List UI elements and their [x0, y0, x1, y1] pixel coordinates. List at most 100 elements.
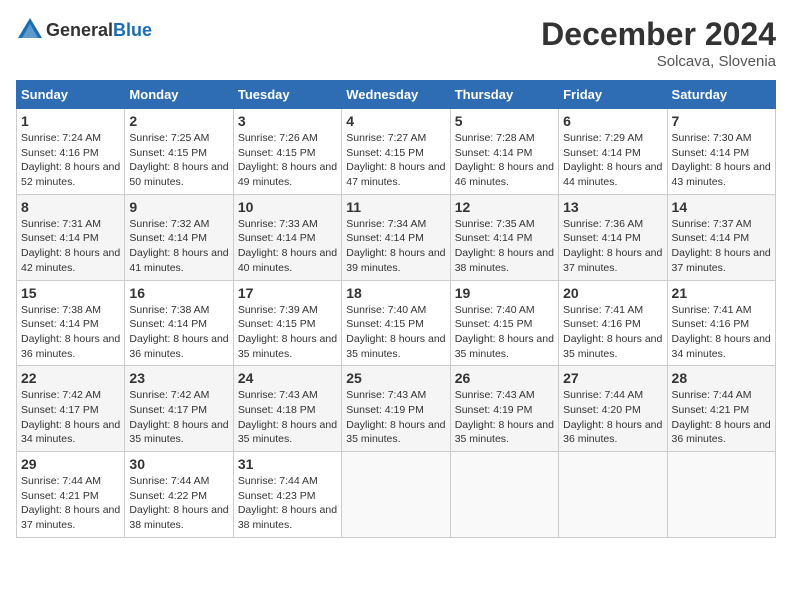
calendar-cell: 5 Sunrise: 7:28 AM Sunset: 4:14 PM Daylig…	[450, 109, 558, 195]
weekday-sunday: Sunday	[17, 81, 125, 109]
day-number: 12	[455, 199, 554, 215]
day-number: 31	[238, 456, 337, 472]
day-info: Sunrise: 7:37 AM Sunset: 4:14 PM Dayligh…	[672, 217, 771, 276]
calendar-cell: 4 Sunrise: 7:27 AM Sunset: 4:15 PM Daylig…	[342, 109, 450, 195]
day-number: 7	[672, 113, 771, 129]
day-number: 26	[455, 370, 554, 386]
calendar-cell: 31 Sunrise: 7:44 AM Sunset: 4:23 PM Dayli…	[233, 452, 341, 538]
calendar-cell: 21Sunrise: 7:41 AM Sunset: 4:16 PM Dayli…	[667, 280, 775, 366]
day-number: 2	[129, 113, 228, 129]
day-info: Sunrise: 7:40 AM Sunset: 4:15 PM Dayligh…	[346, 303, 445, 362]
calendar-cell: 27Sunrise: 7:44 AM Sunset: 4:20 PM Dayli…	[559, 366, 667, 452]
day-number: 3	[238, 113, 337, 129]
calendar-cell: 8 Sunrise: 7:31 AM Sunset: 4:14 PM Daylig…	[17, 194, 125, 280]
day-number: 24	[238, 370, 337, 386]
day-number: 25	[346, 370, 445, 386]
calendar-cell: 20 Sunrise: 7:41 AM Sunset: 4:16 PM Dayli…	[559, 280, 667, 366]
day-number: 5	[455, 113, 554, 129]
week-row-3: 15 Sunrise: 7:38 AM Sunset: 4:14 PM Dayli…	[17, 280, 776, 366]
day-number: 20	[563, 285, 662, 301]
day-info: Sunrise: 7:34 AM Sunset: 4:14 PM Dayligh…	[346, 217, 445, 276]
day-info: Sunrise: 7:36 AM Sunset: 4:14 PM Dayligh…	[563, 217, 662, 276]
weekday-tuesday: Tuesday	[233, 81, 341, 109]
day-number: 18	[346, 285, 445, 301]
day-number: 4	[346, 113, 445, 129]
logo: GeneralBlue	[16, 16, 152, 44]
day-number: 15	[21, 285, 120, 301]
calendar-cell: 9 Sunrise: 7:32 AM Sunset: 4:14 PM Daylig…	[125, 194, 233, 280]
calendar-cell	[667, 452, 775, 538]
calendar-cell: 10Sunrise: 7:33 AM Sunset: 4:14 PM Dayli…	[233, 194, 341, 280]
day-number: 30	[129, 456, 228, 472]
day-info: Sunrise: 7:43 AM Sunset: 4:19 PM Dayligh…	[346, 388, 445, 447]
day-info: Sunrise: 7:41 AM Sunset: 4:16 PM Dayligh…	[672, 303, 771, 362]
day-number: 1	[21, 113, 120, 129]
week-row-4: 22Sunrise: 7:42 AM Sunset: 4:17 PM Dayli…	[17, 366, 776, 452]
day-info: Sunrise: 7:41 AM Sunset: 4:16 PM Dayligh…	[563, 303, 662, 362]
calendar-cell: 6 Sunrise: 7:29 AM Sunset: 4:14 PM Daylig…	[559, 109, 667, 195]
calendar-cell: 25 Sunrise: 7:43 AM Sunset: 4:19 PM Dayli…	[342, 366, 450, 452]
day-info: Sunrise: 7:24 AM Sunset: 4:16 PM Dayligh…	[21, 131, 120, 190]
day-number: 16	[129, 285, 228, 301]
day-number: 6	[563, 113, 662, 129]
day-info: Sunrise: 7:44 AM Sunset: 4:20 PM Dayligh…	[563, 388, 662, 447]
calendar-cell: 18 Sunrise: 7:40 AM Sunset: 4:15 PM Dayli…	[342, 280, 450, 366]
weekday-monday: Monday	[125, 81, 233, 109]
day-info: Sunrise: 7:26 AM Sunset: 4:15 PM Dayligh…	[238, 131, 337, 190]
weekday-friday: Friday	[559, 81, 667, 109]
page-header: GeneralBlue December 2024 Solcava, Slove…	[16, 16, 776, 70]
day-info: Sunrise: 7:35 AM Sunset: 4:14 PM Dayligh…	[455, 217, 554, 276]
day-number: 28	[672, 370, 771, 386]
calendar-cell: 15 Sunrise: 7:38 AM Sunset: 4:14 PM Dayli…	[17, 280, 125, 366]
day-number: 17	[238, 285, 337, 301]
calendar-cell	[559, 452, 667, 538]
day-info: Sunrise: 7:28 AM Sunset: 4:14 PM Dayligh…	[455, 131, 554, 190]
day-number: 10	[238, 199, 337, 215]
day-info: Sunrise: 7:43 AM Sunset: 4:19 PM Dayligh…	[455, 388, 554, 447]
calendar-cell: 3 Sunrise: 7:26 AM Sunset: 4:15 PM Daylig…	[233, 109, 341, 195]
calendar-cell: 30 Sunrise: 7:44 AM Sunset: 4:22 PM Dayli…	[125, 452, 233, 538]
day-info: Sunrise: 7:44 AM Sunset: 4:23 PM Dayligh…	[238, 474, 337, 533]
day-info: Sunrise: 7:38 AM Sunset: 4:14 PM Dayligh…	[129, 303, 228, 362]
weekday-saturday: Saturday	[667, 81, 775, 109]
week-row-5: 29Sunrise: 7:44 AM Sunset: 4:21 PM Dayli…	[17, 452, 776, 538]
calendar-cell: 13Sunrise: 7:36 AM Sunset: 4:14 PM Dayli…	[559, 194, 667, 280]
calendar-cell: 14Sunrise: 7:37 AM Sunset: 4:14 PM Dayli…	[667, 194, 775, 280]
calendar-cell: 1 Sunrise: 7:24 AM Sunset: 4:16 PM Daylig…	[17, 109, 125, 195]
day-info: Sunrise: 7:40 AM Sunset: 4:15 PM Dayligh…	[455, 303, 554, 362]
calendar-cell: 16 Sunrise: 7:38 AM Sunset: 4:14 PM Dayli…	[125, 280, 233, 366]
calendar-cell: 17 Sunrise: 7:39 AM Sunset: 4:15 PM Dayli…	[233, 280, 341, 366]
month-title: December 2024	[541, 16, 776, 53]
day-info: Sunrise: 7:32 AM Sunset: 4:14 PM Dayligh…	[129, 217, 228, 276]
logo-general: General	[46, 20, 113, 40]
day-number: 9	[129, 199, 228, 215]
calendar-cell: 26 Sunrise: 7:43 AM Sunset: 4:19 PM Dayli…	[450, 366, 558, 452]
day-number: 8	[21, 199, 120, 215]
week-row-1: 1 Sunrise: 7:24 AM Sunset: 4:16 PM Daylig…	[17, 109, 776, 195]
weekday-header-row: SundayMondayTuesdayWednesdayThursdayFrid…	[17, 81, 776, 109]
day-info: Sunrise: 7:31 AM Sunset: 4:14 PM Dayligh…	[21, 217, 120, 276]
day-info: Sunrise: 7:44 AM Sunset: 4:22 PM Dayligh…	[129, 474, 228, 533]
day-info: Sunrise: 7:39 AM Sunset: 4:15 PM Dayligh…	[238, 303, 337, 362]
day-info: Sunrise: 7:27 AM Sunset: 4:15 PM Dayligh…	[346, 131, 445, 190]
weekday-wednesday: Wednesday	[342, 81, 450, 109]
calendar-cell: 22Sunrise: 7:42 AM Sunset: 4:17 PM Dayli…	[17, 366, 125, 452]
calendar-cell: 28Sunrise: 7:44 AM Sunset: 4:21 PM Dayli…	[667, 366, 775, 452]
title-block: December 2024 Solcava, Slovenia	[541, 16, 776, 70]
logo-blue: Blue	[113, 20, 152, 40]
weekday-thursday: Thursday	[450, 81, 558, 109]
calendar-table: SundayMondayTuesdayWednesdayThursdayFrid…	[16, 80, 776, 538]
calendar-cell: 23Sunrise: 7:42 AM Sunset: 4:17 PM Dayli…	[125, 366, 233, 452]
location: Solcava, Slovenia	[541, 53, 776, 70]
logo-icon	[16, 16, 44, 44]
calendar-cell: 7 Sunrise: 7:30 AM Sunset: 4:14 PM Daylig…	[667, 109, 775, 195]
day-info: Sunrise: 7:25 AM Sunset: 4:15 PM Dayligh…	[129, 131, 228, 190]
day-info: Sunrise: 7:44 AM Sunset: 4:21 PM Dayligh…	[21, 474, 120, 533]
day-info: Sunrise: 7:38 AM Sunset: 4:14 PM Dayligh…	[21, 303, 120, 362]
calendar-cell	[342, 452, 450, 538]
day-info: Sunrise: 7:29 AM Sunset: 4:14 PM Dayligh…	[563, 131, 662, 190]
day-info: Sunrise: 7:42 AM Sunset: 4:17 PM Dayligh…	[129, 388, 228, 447]
calendar-cell	[450, 452, 558, 538]
day-info: Sunrise: 7:30 AM Sunset: 4:14 PM Dayligh…	[672, 131, 771, 190]
day-info: Sunrise: 7:43 AM Sunset: 4:18 PM Dayligh…	[238, 388, 337, 447]
